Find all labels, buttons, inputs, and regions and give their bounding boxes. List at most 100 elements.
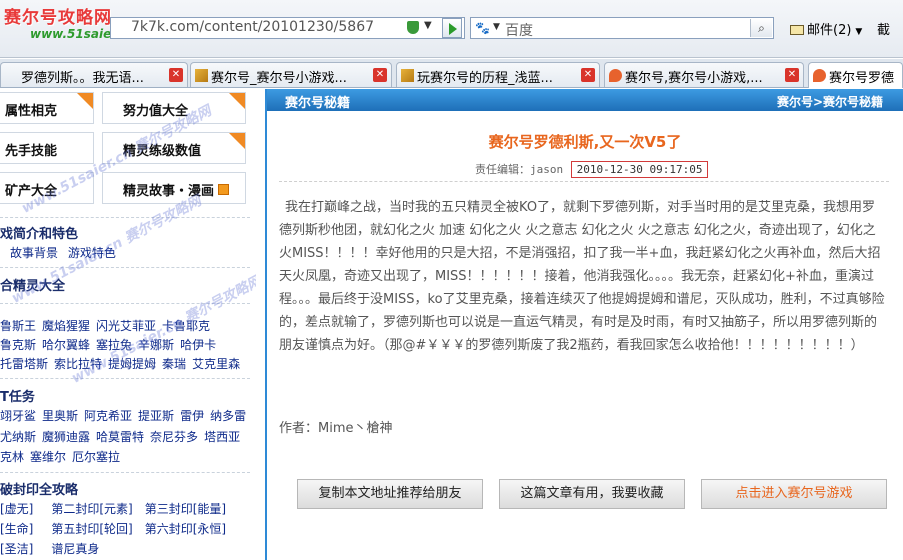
shield-icon[interactable] xyxy=(407,21,419,34)
article-body: 我在打巅峰之战，当时我的五只精灵全被KO了，就剩下罗德列斯，对手当时用的是艾里克… xyxy=(279,200,885,353)
sidebar-button-type-chart[interactable]: 属性相克 xyxy=(0,92,94,124)
divider xyxy=(0,378,250,379)
chevron-down-icon[interactable]: ▼ xyxy=(424,20,432,31)
link-game-features[interactable]: 游戏特色 xyxy=(68,246,116,260)
seal-link[interactable]: 第三封印[能量] xyxy=(145,502,226,516)
intro-links: 故事背景 游戏特色 xyxy=(10,244,122,261)
tab-3[interactable]: 玩赛尔号的历程_浅蓝... ✕ xyxy=(396,62,600,87)
sidebar-button-level-values[interactable]: 精灵练级数值 xyxy=(102,132,246,164)
favorite-button[interactable]: 这篇文章有用，我要收藏 xyxy=(499,479,685,509)
sidebar-button-minerals[interactable]: 矿产大全 xyxy=(0,172,94,204)
paw-icon[interactable]: 🐾 xyxy=(475,21,491,35)
search-input[interactable]: 🐾 ▼ 百度 ⌕ xyxy=(470,17,774,39)
seal-links-row-3: [圣洁] 谱尼真身 xyxy=(0,540,105,557)
sidebar-button-stories[interactable]: 精灵故事・漫画 xyxy=(102,172,246,204)
sidebar-button-label: 矿产大全 xyxy=(5,184,58,199)
seal-link[interactable]: [生命] xyxy=(0,522,33,536)
sprite-link[interactable]: 塞拉兔 xyxy=(96,338,132,352)
pin-icon xyxy=(609,69,622,82)
cube-icon xyxy=(401,69,414,82)
sprite-links-row-2: 鲁克斯 哈尔翼蜂 塞拉兔 辛娜斯 哈伊卡 xyxy=(0,336,222,353)
task-link[interactable]: 尤纳斯 xyxy=(0,430,36,444)
section-title-seals: 破封印全攻略 xyxy=(0,483,79,498)
article-author: 作者：Mime丶槍神 xyxy=(279,421,393,436)
enter-game-button[interactable]: 点击进入赛尔号游戏 xyxy=(701,479,887,509)
seal-link[interactable]: 第五封印[轮回] xyxy=(51,522,132,536)
section-title-intro: 戏简介和特色 xyxy=(0,227,79,242)
task-link[interactable]: 哈莫雷特 xyxy=(96,430,144,444)
task-link[interactable]: 阿克希亚 xyxy=(84,409,132,423)
tab-label: 赛尔号,赛尔号小游戏,... xyxy=(625,71,763,86)
close-icon[interactable]: ✕ xyxy=(785,68,799,82)
sprite-link[interactable]: 托雷塔斯 xyxy=(0,357,48,371)
sprite-link[interactable]: 哈伊卡 xyxy=(180,338,216,352)
article-title: 赛尔号罗德利斯,又一次V5了 xyxy=(488,133,682,151)
task-link[interactable]: 里奥斯 xyxy=(42,409,78,423)
tab-4[interactable]: 赛尔号,赛尔号小游戏,... ✕ xyxy=(604,62,804,87)
task-link[interactable]: 翊牙鲨 xyxy=(0,409,36,423)
task-link[interactable]: 纳多雷 xyxy=(210,409,246,423)
sprite-link[interactable]: 提姆提姆 xyxy=(108,357,156,371)
sprite-link[interactable]: 哈尔翼蜂 xyxy=(42,338,90,352)
sprite-link[interactable]: 鲁斯王 xyxy=(0,319,36,333)
sprite-link[interactable]: 魔焰猩猩 xyxy=(42,319,90,333)
seal-link[interactable]: [圣洁] xyxy=(0,542,33,556)
tab-bar: 罗德列斯。。我无语... ✕ 赛尔号_赛尔号小游戏... ✕ 玩赛尔号的历程_浅… xyxy=(0,59,903,88)
close-icon[interactable]: ✕ xyxy=(373,68,387,82)
chevron-down-icon[interactable]: ▼ xyxy=(493,22,500,32)
task-link[interactable]: 魔狮迪露 xyxy=(42,430,90,444)
sprite-link[interactable]: 秦瑞 xyxy=(162,357,186,371)
task-link[interactable]: 厄尔塞拉 xyxy=(72,450,120,464)
sprite-link[interactable]: 索比拉特 xyxy=(54,357,102,371)
tab-5-active[interactable]: 赛尔号罗德 xyxy=(808,62,903,88)
task-link[interactable]: 克林 xyxy=(0,450,24,464)
tab-1[interactable]: 罗德列斯。。我无语... ✕ xyxy=(0,62,188,87)
screenshot-button[interactable]: 截 xyxy=(877,19,890,38)
seal-link[interactable]: 第二封印[元素] xyxy=(51,502,132,516)
seal-link[interactable]: 第六封印[永恒] xyxy=(145,522,226,536)
seal-link[interactable]: [虚无] xyxy=(0,502,33,516)
tab-label: 玩赛尔号的历程_浅蓝... xyxy=(417,71,553,86)
sidebar-button-first-skill[interactable]: 先手技能 xyxy=(0,132,94,164)
browser-window: 赛尔号攻略网 www.51saier.cn 7k7k.com/content/2… xyxy=(0,0,903,560)
task-link[interactable]: 雷伊 xyxy=(180,409,204,423)
go-button[interactable] xyxy=(442,18,462,38)
task-link[interactable]: 塞维尔 xyxy=(30,450,66,464)
section-title-tasks: T任务 xyxy=(0,390,35,405)
seal-links-row-2: [生命] 第五封印[轮回] 第六封印[永恒] xyxy=(0,520,232,537)
search-icon[interactable]: ⌕ xyxy=(750,19,772,37)
sprite-link[interactable]: 鲁克斯 xyxy=(0,338,36,352)
browser-toolbar: 赛尔号攻略网 www.51saier.cn 7k7k.com/content/2… xyxy=(0,0,903,58)
task-link[interactable]: 提亚斯 xyxy=(138,409,174,423)
section-title: 赛尔号秘籍 xyxy=(285,96,351,111)
tab-2[interactable]: 赛尔号_赛尔号小游戏... ✕ xyxy=(190,62,392,87)
breadcrumb[interactable]: 赛尔号>赛尔号秘籍 xyxy=(777,93,883,110)
sprite-link[interactable]: 艾克里森 xyxy=(192,357,240,371)
pin-icon xyxy=(813,69,826,82)
link-story-background[interactable]: 故事背景 xyxy=(10,246,58,260)
sidebar-button-label: 努力值大全 xyxy=(123,104,189,119)
site-logo: 赛尔号攻略网 xyxy=(4,8,112,28)
task-link[interactable]: 奈尼芬多 xyxy=(150,430,198,444)
recommend-button[interactable]: 复制本文地址推荐给朋友 xyxy=(297,479,483,509)
sprite-links-row-1: 鲁斯王 魔焰猩猩 闪光艾菲亚 卡鲁耶克 xyxy=(0,317,216,334)
sidebar-button-label: 属性相克 xyxy=(5,104,58,119)
divider xyxy=(0,303,250,304)
sprite-link[interactable]: 卡鲁耶克 xyxy=(162,319,210,333)
new-badge-icon xyxy=(77,93,93,109)
article-panel: 赛尔号秘籍 赛尔号>赛尔号秘籍 赛尔号罗德利斯,又一次V5了 责任编辑：jaso… xyxy=(265,89,903,560)
close-icon[interactable]: ✕ xyxy=(581,68,595,82)
sprite-link[interactable]: 闪光艾菲亚 xyxy=(96,319,156,333)
chevron-down-icon[interactable]: ▼ xyxy=(855,27,862,37)
new-badge-icon xyxy=(229,93,245,109)
close-icon[interactable]: ✕ xyxy=(169,68,183,82)
task-link[interactable]: 塔西亚 xyxy=(204,430,240,444)
divider xyxy=(0,267,250,268)
sidebar-button-label: 先手技能 xyxy=(5,144,58,159)
mail-icon xyxy=(790,25,804,35)
sidebar-button-effort[interactable]: 努力值大全 xyxy=(102,92,246,124)
new-badge-icon xyxy=(229,133,245,149)
sprite-link[interactable]: 辛娜斯 xyxy=(138,338,174,352)
mail-button[interactable]: 邮件(2) ▼ xyxy=(790,19,862,38)
seal-link[interactable]: 谱尼真身 xyxy=(51,542,99,556)
